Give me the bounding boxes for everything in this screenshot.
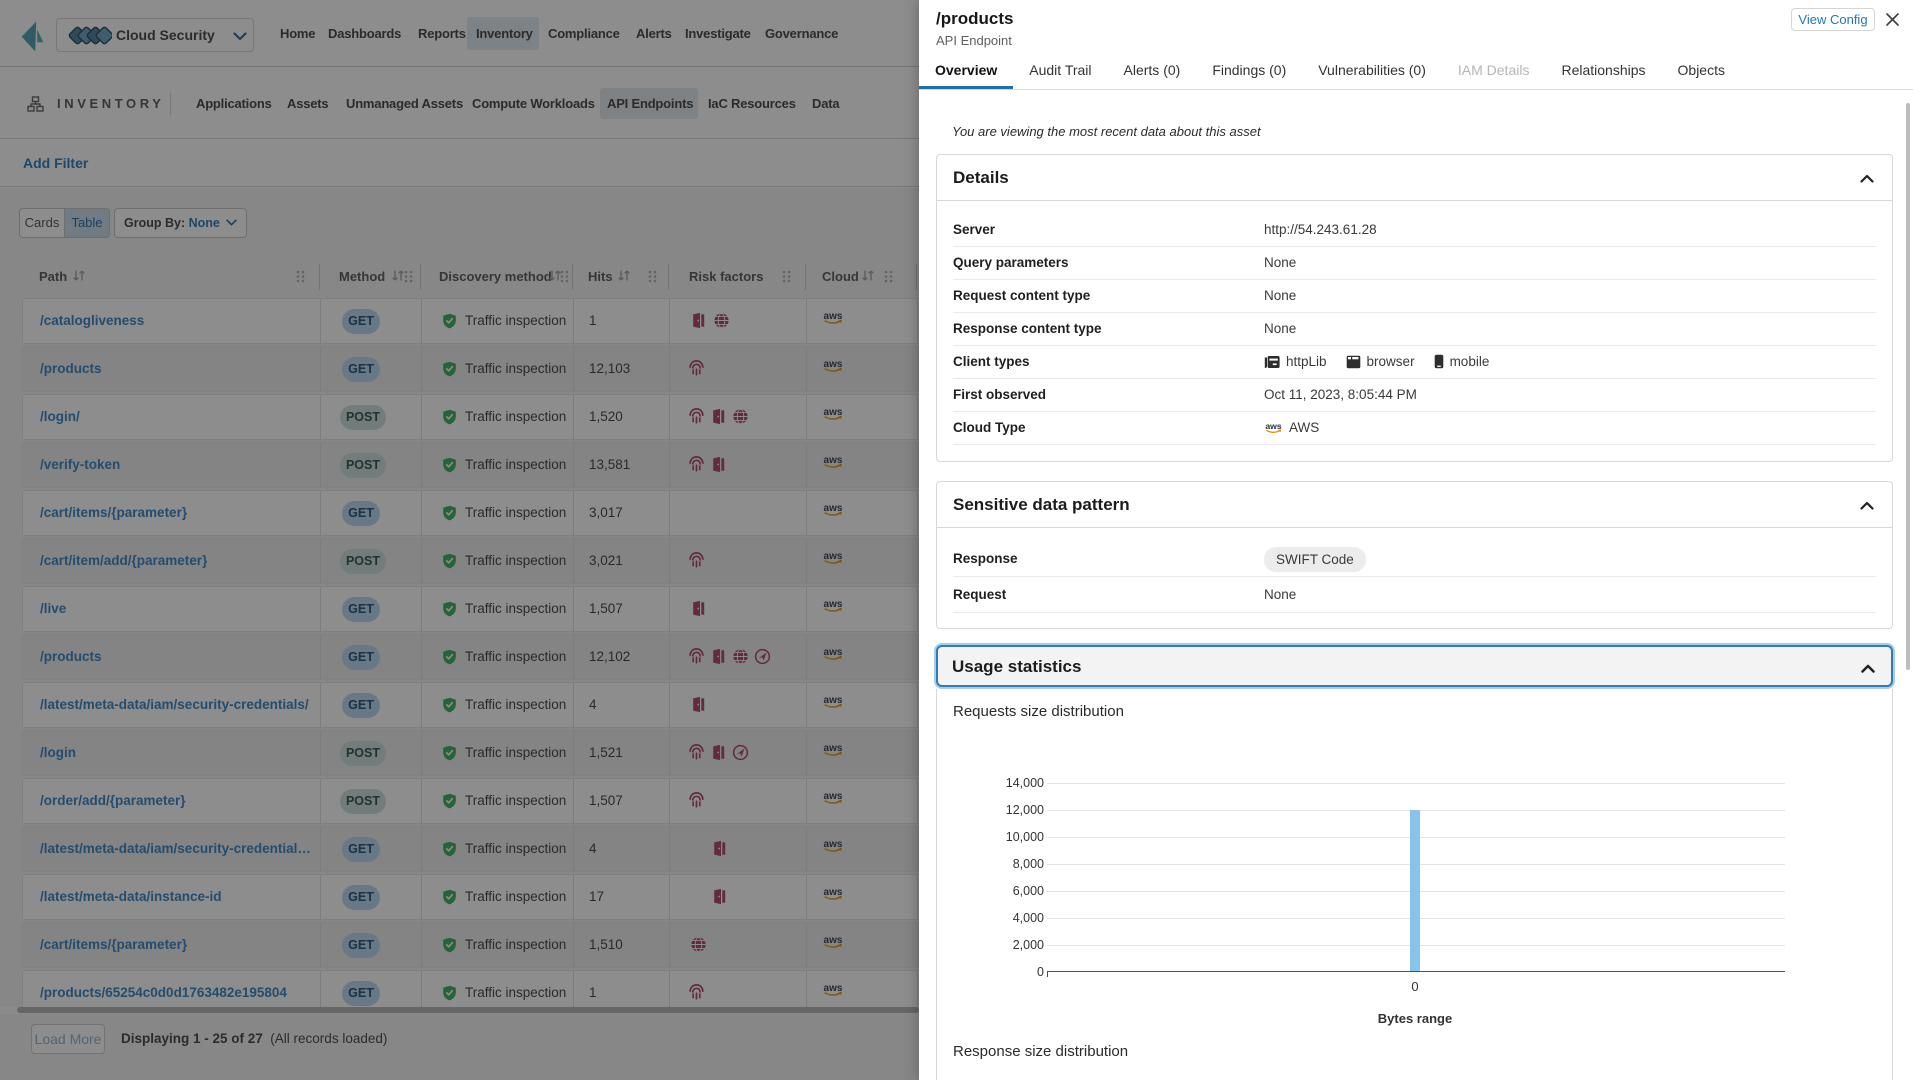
svg-text:aws: aws bbox=[1265, 421, 1282, 431]
